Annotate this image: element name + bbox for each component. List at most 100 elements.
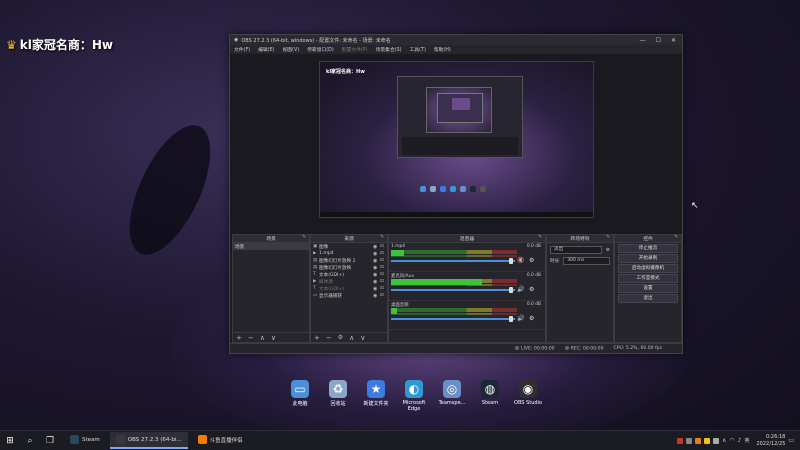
stream-preview[interactable]: kl家冠名商：Hw bbox=[319, 61, 594, 218]
taskbar-app[interactable]: 斗鱼直播伴侣 bbox=[192, 432, 249, 447]
eye-icon[interactable]: ◉ bbox=[373, 293, 380, 299]
source-item-label: 显示器捕获 bbox=[319, 293, 342, 299]
source-item[interactable]: ▭ 显示器捕获 ◉ ⊡ bbox=[311, 292, 387, 299]
minimize-icon[interactable]: — bbox=[640, 37, 646, 44]
desktop-shortcut[interactable]: ◍ Steam bbox=[472, 380, 508, 412]
move-up-icon[interactable]: ∧ bbox=[349, 334, 354, 342]
maximize-icon[interactable]: ☐ bbox=[656, 37, 661, 44]
source-item[interactable]: T 文本(GDI+) ◉ ⊡ bbox=[311, 271, 387, 278]
add-icon[interactable]: + bbox=[314, 334, 320, 342]
dock-edit-icon[interactable]: ✎ bbox=[606, 235, 610, 240]
chevron-up-icon[interactable]: ∧ bbox=[722, 437, 726, 444]
source-item[interactable]: ▶ 媒体源 ◉ ⊡ bbox=[311, 278, 387, 285]
duration-input[interactable]: 300 ms bbox=[563, 257, 610, 265]
volume-slider[interactable] bbox=[391, 260, 515, 262]
dock-edit-icon[interactable]: ✎ bbox=[380, 235, 384, 240]
lock-icon[interactable]: ⊡ bbox=[380, 279, 387, 284]
search-icon[interactable]: ⌕ bbox=[20, 436, 40, 446]
transition-select[interactable]: 淡出 bbox=[550, 246, 602, 254]
control-button[interactable]: 启动虚拟摄像机 bbox=[618, 264, 678, 273]
gear-icon[interactable]: ⚙ bbox=[529, 286, 534, 293]
desktop-shortcut[interactable]: ◎ Teamspe... bbox=[434, 380, 470, 412]
eye-icon[interactable]: ◉ bbox=[373, 258, 380, 264]
volume-slider-handle[interactable] bbox=[509, 287, 513, 293]
menu-item[interactable]: 文件(F) bbox=[234, 46, 250, 53]
gear-icon[interactable]: ⚙ bbox=[529, 315, 534, 322]
source-item[interactable]: ▤ 图像幻灯片放映 2 ◉ ⊡ bbox=[311, 257, 387, 264]
volume-slider[interactable] bbox=[391, 318, 515, 320]
eye-icon[interactable]: ◉ bbox=[373, 244, 380, 250]
control-button[interactable]: 设置 bbox=[618, 284, 678, 293]
tray-app-icon[interactable] bbox=[694, 437, 701, 444]
remove-icon[interactable]: − bbox=[248, 334, 254, 342]
speaker-icon[interactable]: 🔊 bbox=[517, 286, 524, 293]
tray-app-icon[interactable] bbox=[676, 437, 683, 444]
wifi-icon[interactable]: ◠ bbox=[729, 437, 734, 444]
obs-window[interactable]: ◉ OBS 27.2.3 (64-bit, windows) - 配置文件: 未… bbox=[229, 34, 683, 354]
control-button[interactable]: 退出 bbox=[618, 294, 678, 303]
tray-app-icon[interactable] bbox=[712, 437, 719, 444]
tray-app-icon[interactable] bbox=[685, 437, 692, 444]
add-icon[interactable]: + bbox=[236, 334, 242, 342]
tray-app-icon[interactable] bbox=[703, 437, 710, 444]
gear-icon[interactable]: ⚙ bbox=[338, 334, 343, 341]
remove-icon[interactable]: − bbox=[326, 334, 332, 342]
source-item[interactable]: T 文本(GDI+) ◉ ⊡ bbox=[311, 285, 387, 292]
menu-item[interactable]: 场景集合(S) bbox=[376, 46, 402, 53]
menu-item[interactable]: 视图(V) bbox=[282, 46, 299, 53]
lock-icon[interactable]: ⊡ bbox=[380, 265, 387, 270]
desktop-shortcut[interactable]: ★ 新建文件夹 bbox=[358, 380, 394, 412]
source-item[interactable]: ▶ 1.mp4 ◉ ⊡ bbox=[311, 250, 387, 257]
lock-icon[interactable]: ⊡ bbox=[380, 251, 387, 256]
menu-item[interactable]: 停靠窗口(D) bbox=[307, 46, 334, 53]
sources-title: 来源 bbox=[344, 237, 354, 242]
lock-icon[interactable]: ⊡ bbox=[380, 244, 387, 249]
lock-icon[interactable]: ⊡ bbox=[380, 272, 387, 277]
close-icon[interactable]: ✕ bbox=[671, 37, 676, 44]
scene-item[interactable]: 场景 bbox=[233, 243, 309, 250]
menu-item[interactable]: 工具(T) bbox=[410, 46, 426, 53]
taskbar-app[interactable]: Steam bbox=[64, 432, 106, 447]
task-view-icon[interactable]: ❐ bbox=[40, 436, 60, 446]
taskbar-app[interactable]: OBS 27.2.3 (64-bi... bbox=[109, 432, 188, 449]
volume-slider-handle[interactable] bbox=[509, 258, 513, 264]
muted-speaker-icon[interactable]: 🔇 bbox=[517, 257, 524, 264]
eye-icon[interactable]: ◉ bbox=[373, 279, 380, 285]
move-down-icon[interactable]: ∨ bbox=[271, 334, 276, 342]
volume-icon[interactable]: ♪ bbox=[738, 437, 742, 444]
source-item[interactable]: ▣ 图像 ◉ ⊡ bbox=[311, 243, 387, 250]
menu-item[interactable]: 帮助(H) bbox=[434, 46, 451, 53]
lock-icon[interactable]: ⊡ bbox=[380, 286, 387, 291]
lock-icon[interactable]: ⊡ bbox=[380, 258, 387, 263]
speaker-icon[interactable]: 🔊 bbox=[517, 315, 524, 322]
dock-edit-icon[interactable]: ✎ bbox=[674, 235, 678, 240]
desktop-shortcut[interactable]: ▭ 此电脑 bbox=[282, 380, 318, 412]
keyboard-layout-icon[interactable]: 英 bbox=[744, 437, 749, 444]
desktop-shortcut[interactable]: ◉ OBS Studio bbox=[510, 380, 546, 412]
move-down-icon[interactable]: ∨ bbox=[360, 334, 365, 342]
eye-icon[interactable]: ◉ bbox=[373, 272, 380, 278]
desktop-shortcut[interactable]: ◐ Microsoft Edge bbox=[396, 380, 432, 412]
transition-gear-icon[interactable]: ⚙ bbox=[606, 248, 610, 253]
eye-icon[interactable]: ◉ bbox=[373, 265, 380, 271]
move-up-icon[interactable]: ∧ bbox=[260, 334, 265, 342]
lock-icon[interactable]: ⊡ bbox=[380, 293, 387, 298]
control-button[interactable]: 工作室模式 bbox=[618, 274, 678, 283]
eye-icon[interactable]: ◉ bbox=[373, 286, 380, 292]
dock-edit-icon[interactable]: ✎ bbox=[302, 235, 306, 240]
volume-slider[interactable] bbox=[391, 289, 515, 291]
source-item[interactable]: ▤ 图像幻灯片放映 ◉ ⊡ bbox=[311, 264, 387, 271]
desktop-shortcut[interactable]: ♻ 回收站 bbox=[320, 380, 356, 412]
clock[interactable]: 0:26:18 2022/12/25 bbox=[757, 434, 786, 448]
gear-icon[interactable]: ⚙ bbox=[529, 257, 534, 264]
menu-item[interactable]: 配置文件(P) bbox=[342, 46, 368, 53]
menu-item[interactable]: 编辑(E) bbox=[258, 46, 274, 53]
title-bar[interactable]: ◉ OBS 27.2.3 (64-bit, windows) - 配置文件: 未… bbox=[230, 35, 682, 45]
control-button[interactable]: 开始录制 bbox=[618, 254, 678, 263]
windows-start-icon[interactable]: ⊞ bbox=[0, 436, 20, 446]
dock-edit-icon[interactable]: ✎ bbox=[538, 235, 542, 240]
volume-slider-handle[interactable] bbox=[509, 316, 513, 322]
eye-icon[interactable]: ◉ bbox=[373, 251, 380, 257]
control-button[interactable]: 停止推流 bbox=[618, 244, 678, 253]
notification-icon[interactable]: ▭ bbox=[788, 437, 794, 444]
